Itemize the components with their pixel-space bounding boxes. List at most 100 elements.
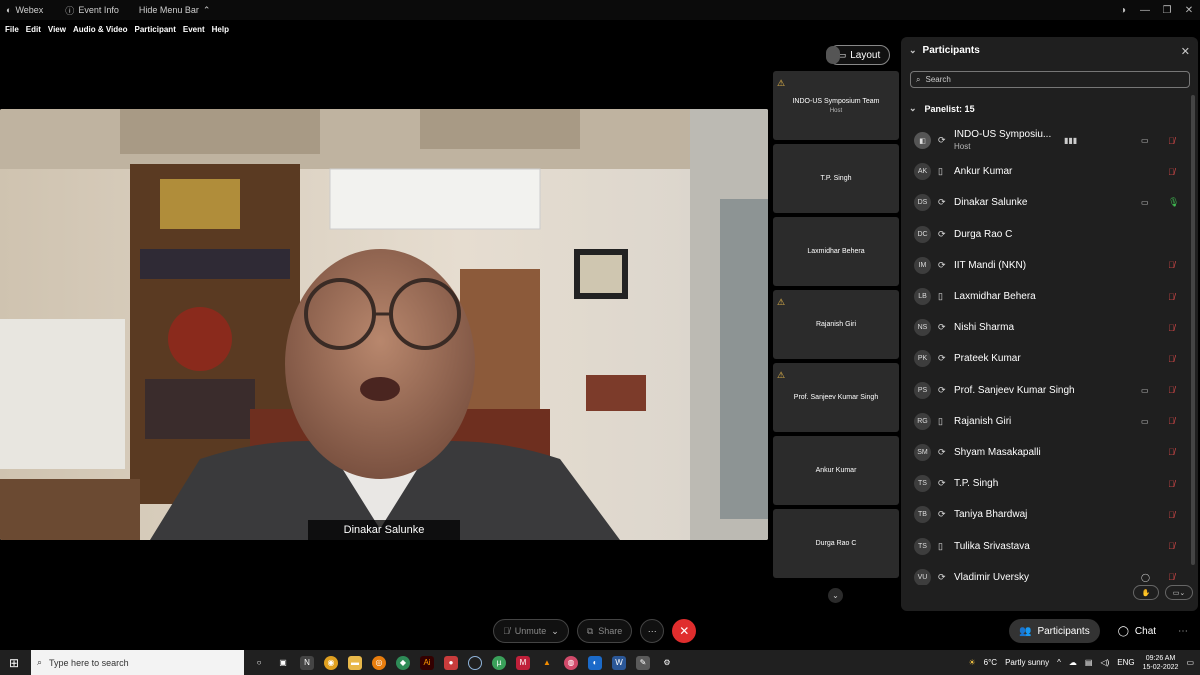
microphone-muted-icon[interactable]: 🎙̸ [1168,323,1175,333]
participant-row[interactable]: DC ⟳ Durga Rao C [901,219,1188,250]
participant-row[interactable]: VU ⟳ Vladimir Uversky ◯ 🎙̸ [901,562,1188,585]
mendeley-icon[interactable]: M [516,655,530,670]
chevron-down-icon[interactable]: ⌄ [551,626,559,637]
chrome-icon[interactable]: ◉ [324,655,338,670]
participant-row[interactable]: NS ⟳ Nishi Sharma 🎙̸ [901,312,1188,343]
microphone-icon[interactable]: 🎙 [1168,197,1179,208]
video-thumbnail[interactable]: Laxmidhar Behera [773,217,899,286]
microphone-muted-icon: 🎙̸ [503,626,510,636]
notification-icon[interactable]: ▭ [1186,658,1194,667]
video-thumbnail[interactable]: Durga Rao C [773,509,899,578]
pink-app-icon[interactable]: ◍ [564,655,578,670]
close-window-button[interactable]: ✕ [1178,5,1200,16]
participant-row[interactable]: SM ⟳ Shyam Masakapalli 🎙̸ [901,437,1188,468]
avatar: IM [914,256,931,274]
reactions-menu-button[interactable]: ▭⌄ [1165,585,1193,600]
notion-icon[interactable]: N [300,655,314,670]
tool-app-icon[interactable]: ✎ [636,655,650,670]
chat-button[interactable]: ◯ Chat [1108,619,1166,643]
self-view-toggle[interactable] [826,46,840,64]
green-app-icon[interactable]: ◆ [396,655,410,670]
microphone-muted-icon[interactable]: 🎙̸ [1168,572,1175,582]
vlc-icon[interactable]: ▲ [540,656,554,670]
participant-row[interactable]: TB ⟳ Taniya Bhardwaj 🎙̸ [901,499,1188,530]
end-call-button[interactable]: ✕ [672,619,697,643]
windows-start-icon[interactable]: ⊞ [9,656,19,670]
close-panel-button[interactable]: ✕ [1181,45,1190,58]
torrent-icon[interactable]: µ [492,655,506,670]
participant-row[interactable]: LB ▯ Laxmidhar Behera 🎙̸ [901,281,1188,312]
panelist-section-header[interactable]: ⌄ Panelist: 15 [909,103,975,114]
microphone-muted-icon[interactable]: 🎙̸ [1168,167,1175,177]
video-thumbnail[interactable]: ⚠ INDO-US Symposium Team Host [773,71,899,140]
task-view-icon[interactable]: ▣ [276,656,290,670]
microphone-muted-icon[interactable]: 🎙̸ [1168,479,1175,489]
blender-icon[interactable]: ◎ [372,655,386,670]
participant-row[interactable]: PK ⟳ Prateek Kumar 🎙̸ [901,343,1188,374]
participants-button[interactable]: 👥 Participants [1009,619,1100,643]
sync-icon: ⟳ [938,197,946,208]
raise-hand-button[interactable]: ✋ [1133,585,1159,600]
more-options-button[interactable]: ⋯ [640,619,665,643]
microphone-muted-icon[interactable]: 🎙̸ [1168,260,1175,270]
participant-row[interactable]: ◧ ⟳ INDO-US Symposiu... Host ▮▮▮ ▭ 🎙̸ [901,125,1188,156]
settings-gear-icon[interactable]: ⚙ [660,656,674,670]
record-app-icon[interactable]: ● [444,655,458,670]
microphone-muted-icon[interactable]: 🎙̸ [1168,541,1175,551]
avatar: TS [914,537,931,555]
hide-menu-bar-button[interactable]: Hide Menu Bar ⌃ [139,5,211,16]
volume-icon[interactable]: ◁) [1100,658,1109,667]
menu-event[interactable]: Event [183,25,205,34]
participant-row[interactable]: RG ▯ Rajanish Giri ▭ 🎙̸ [901,406,1188,437]
video-camera-icon: ▭ [1141,385,1149,395]
minimize-button[interactable]: — [1134,5,1156,16]
video-thumbnail[interactable]: T.P. Singh [773,144,899,213]
microphone-muted-icon[interactable]: 🎙̸ [1168,416,1175,426]
participant-row[interactable]: TS ⟳ T.P. Singh 🎙̸ [901,468,1188,499]
illustrator-icon[interactable]: Ai [420,655,434,670]
webex-taskbar-icon[interactable]: ◐ [588,655,602,670]
network-icon[interactable]: ▤ [1085,658,1093,667]
share-button[interactable]: ⧉ Share [576,619,633,643]
microphone-muted-icon[interactable]: 🎙̸ [1168,510,1175,520]
menu-help[interactable]: Help [212,25,229,34]
word-icon[interactable]: W [612,655,626,670]
microphone-muted-icon[interactable]: 🎙̸ [1168,447,1175,457]
panel-scrollbar[interactable] [1191,95,1195,565]
video-thumbnail[interactable]: ⚠ Rajanish Giri [773,290,899,359]
more-panels-button[interactable]: ⋯ [1174,619,1192,643]
maximize-button[interactable]: ❐ [1156,5,1178,16]
taskbar-search-input[interactable]: ⌕ Type here to search [31,650,244,675]
microphone-muted-icon[interactable]: 🎙̸ [1168,385,1175,395]
microphone-muted-icon[interactable]: 🎙̸ [1168,292,1175,302]
file-explorer-icon[interactable]: ▬ [348,655,362,670]
menu-edit[interactable]: Edit [26,25,41,34]
unmute-button[interactable]: 🎙̸ Unmute ⌄ [493,619,569,643]
menu-audio-video[interactable]: Audio & Video [73,25,128,34]
app-title: ◐ Webex [6,5,44,15]
menu-participant[interactable]: Participant [135,25,176,34]
event-info-button[interactable]: ⓘ Event Info [65,4,119,17]
chevron-down-icon[interactable]: ⌄ [828,588,843,603]
video-thumbnail[interactable]: Ankur Kumar [773,436,899,505]
participant-row[interactable]: PS ⟳ Prof. Sanjeev Kumar Singh ▭ 🎙̸ [901,375,1188,406]
menu-file[interactable]: File [5,25,19,34]
chat-bubble-icon[interactable]: ◯ [1141,573,1150,582]
system-clock[interactable]: 09:26 AM 15-02-2022 [1143,654,1179,672]
circle-app-icon[interactable] [468,655,482,670]
microphone-muted-icon[interactable]: 🎙̸ [1168,354,1175,364]
participant-row[interactable]: AK ▯ Ankur Kumar 🎙̸ [901,156,1188,187]
cortana-icon[interactable]: ○ [252,656,266,670]
chevron-down-icon[interactable]: ⌄ [909,45,917,56]
participant-row[interactable]: DS ⟳ Dinakar Salunke ▭ 🎙 [901,187,1188,218]
participant-row[interactable]: TS ▯ Tulika Srivastava 🎙̸ [901,530,1188,561]
menu-view[interactable]: View [48,25,66,34]
audio-level-icon: ▮▮▮ [1064,136,1078,146]
microphone-muted-icon[interactable]: 🎙̸ [1168,136,1175,146]
profile-icon[interactable]: ◑ [1112,5,1134,16]
participant-row[interactable]: IM ⟳ IIT Mandi (NKN) 🎙̸ [901,250,1188,281]
chevron-up-icon[interactable]: ^ [1057,658,1061,667]
video-thumbnail[interactable]: ⚠ Prof. Sanjeev Kumar Singh [773,363,899,432]
participant-search-input[interactable]: ⌕ Search [910,71,1190,88]
speaker-name-label: Dinakar Salunke [308,520,460,540]
